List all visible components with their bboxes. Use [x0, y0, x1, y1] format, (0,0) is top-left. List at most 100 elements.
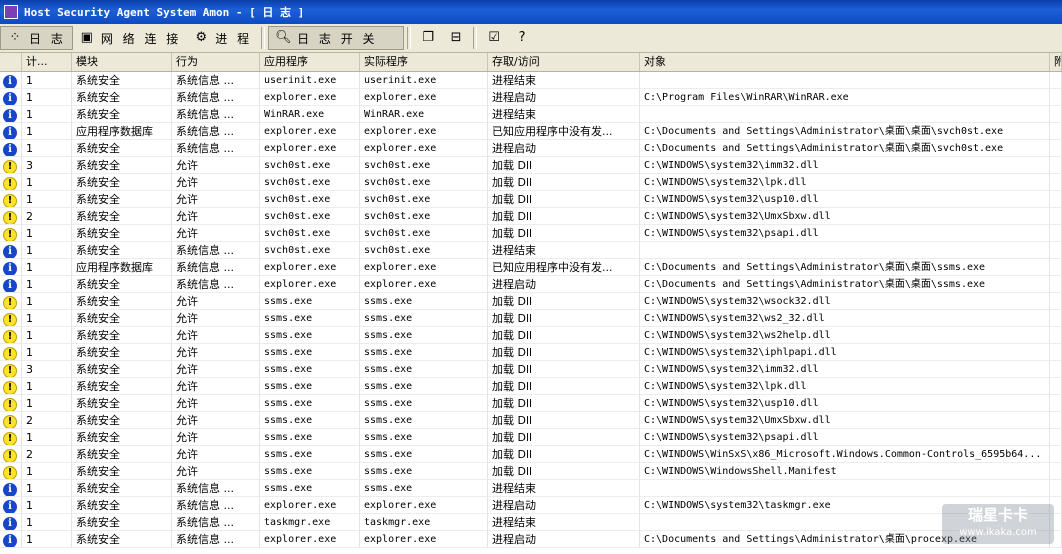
header-application[interactable]: 应用程序	[260, 53, 360, 71]
cell-action: 允许	[172, 174, 260, 191]
table-row[interactable]: i 1 系统安全 系统信息 ... ssms.exe ssms.exe 进程结束	[0, 480, 1062, 497]
row-icon-cell: i	[0, 140, 22, 157]
log-switch-button[interactable]: 🔍︎ 日 志 开 关	[268, 26, 405, 50]
header-extra[interactable]: 附	[1050, 53, 1062, 71]
header-module[interactable]: 模块	[72, 53, 172, 71]
cell-access: 进程结束	[488, 106, 640, 123]
table-row[interactable]: ! 2 系统安全 允许 svch0st.exe svch0st.exe 加载 Dll C:\W…	[0, 208, 1062, 225]
table-row[interactable]: ! 1 系统安全 允许 ssms.exe ssms.exe 加载 Dll C:\WINDOWS…	[0, 463, 1062, 480]
table-row[interactable]: i 1 系统安全 系统信息 ... taskmgr.exe taskmgr.exe 进程结束	[0, 514, 1062, 531]
cell-action: 系统信息 ...	[172, 89, 260, 106]
cell-access: 进程结束	[488, 480, 640, 497]
info-icon: i	[3, 262, 17, 275]
cell-access: 进程结束	[488, 72, 640, 89]
table-row[interactable]: i 1 系统安全 系统信息 ... explorer.exe explorer.exe 进程…	[0, 140, 1062, 157]
row-icon-cell: i	[0, 531, 22, 548]
cell-count: 3	[22, 157, 72, 174]
process-tab-button[interactable]: ⚙ 进 程	[187, 26, 258, 50]
table-row[interactable]: i 1 系统安全 系统信息 ... explorer.exe explorer.exe 进程…	[0, 497, 1062, 514]
cell-count: 1	[22, 242, 72, 259]
warning-icon: !	[3, 194, 17, 207]
cell-object: C:\WINDOWS\system32\ws2help.dll	[640, 327, 1050, 344]
table-row[interactable]: ! 1 系统安全 允许 ssms.exe ssms.exe 加载 Dll C:\WINDOWS…	[0, 344, 1062, 361]
cell-action: 允许	[172, 378, 260, 395]
header-count[interactable]: 计...	[22, 53, 72, 71]
cell-access: 加载 Dll	[488, 446, 640, 463]
cell-count: 1	[22, 276, 72, 293]
table-row[interactable]: ! 1 系统安全 允许 svch0st.exe svch0st.exe 加载 Dll C:\W…	[0, 191, 1062, 208]
table-row[interactable]: ! 1 系统安全 允许 ssms.exe ssms.exe 加载 Dll C:\WINDOWS…	[0, 378, 1062, 395]
row-icon-cell: i	[0, 106, 22, 123]
header-access[interactable]: 存取/访问	[488, 53, 640, 71]
cell-module: 系统安全	[72, 361, 172, 378]
header-real-program[interactable]: 实际程序	[360, 53, 488, 71]
log-tab-button[interactable]: ⁘ 日 志	[0, 26, 73, 50]
info-icon: i	[3, 245, 17, 258]
table-row[interactable]: ! 1 系统安全 允许 ssms.exe ssms.exe 加载 Dll C:\WINDOWS…	[0, 310, 1062, 327]
cell-real-program: ssms.exe	[360, 378, 488, 395]
table-row[interactable]: ! 1 系统安全 允许 svch0st.exe svch0st.exe 加载 Dll C:\W…	[0, 225, 1062, 242]
cell-object: C:\WINDOWS\system32\lpk.dll	[640, 378, 1050, 395]
cell-extra	[1050, 208, 1062, 225]
cell-action: 允许	[172, 225, 260, 242]
table-row[interactable]: ! 3 系统安全 允许 svch0st.exe svch0st.exe 加载 Dll C:\W…	[0, 157, 1062, 174]
cell-count: 1	[22, 310, 72, 327]
cell-count: 1	[22, 378, 72, 395]
network-tab-button[interactable]: ▣ 网 络 连 接	[73, 26, 187, 50]
cell-module: 系统安全	[72, 344, 172, 361]
cell-object: C:\WINDOWS\system32\wsock32.dll	[640, 293, 1050, 310]
row-icon-cell: !	[0, 174, 22, 191]
cell-application: svch0st.exe	[260, 157, 360, 174]
header-icon-col[interactable]	[0, 53, 22, 71]
table-row[interactable]: ! 3 系统安全 允许 ssms.exe ssms.exe 加载 Dll C:\WINDOWS…	[0, 361, 1062, 378]
cell-real-program: userinit.exe	[360, 72, 488, 89]
cell-module: 系统安全	[72, 531, 172, 548]
row-icon-cell: !	[0, 191, 22, 208]
tile-windows-button[interactable]: ⊟	[442, 26, 470, 50]
app-icon	[4, 5, 18, 19]
help-icon: ?	[518, 30, 526, 45]
row-icon-cell: !	[0, 429, 22, 446]
network-tab-label: 网 络 连 接	[100, 31, 182, 46]
cell-module: 应用程序数据库	[72, 123, 172, 140]
toolbar-separator	[407, 27, 412, 49]
table-row[interactable]: i 1 系统安全 系统信息 ... explorer.exe explorer.exe 进程…	[0, 276, 1062, 293]
cell-object: C:\WINDOWS\system32\psapi.dll	[640, 225, 1050, 242]
cell-object: C:\Documents and Settings\Administrator\…	[640, 259, 1050, 276]
table-row[interactable]: ! 1 系统安全 允许 ssms.exe ssms.exe 加载 Dll C:\WINDOWS…	[0, 429, 1062, 446]
cell-count: 1	[22, 191, 72, 208]
table-row[interactable]: i 1 系统安全 系统信息 ... explorer.exe explorer.exe 进程…	[0, 89, 1062, 106]
row-icon-cell: !	[0, 157, 22, 174]
table-row[interactable]: ! 1 系统安全 允许 ssms.exe ssms.exe 加载 Dll C:\WINDOWS…	[0, 395, 1062, 412]
cell-access: 加载 Dll	[488, 412, 640, 429]
cascade-windows-button[interactable]: ❐	[414, 26, 442, 50]
table-row[interactable]: i 1 系统安全 系统信息 ... svch0st.exe svch0st.exe 进程结束	[0, 242, 1062, 259]
cell-application: explorer.exe	[260, 497, 360, 514]
header-action[interactable]: 行为	[172, 53, 260, 71]
cell-access: 加载 Dll	[488, 293, 640, 310]
help-button[interactable]: ?	[508, 26, 536, 50]
row-icon-cell: !	[0, 378, 22, 395]
cell-application: userinit.exe	[260, 72, 360, 89]
cell-extra	[1050, 378, 1062, 395]
warning-icon: !	[3, 330, 17, 343]
table-row[interactable]: i 1 系统安全 系统信息 ... WinRAR.exe WinRAR.exe 进程结束	[0, 106, 1062, 123]
table-row[interactable]: i 1 应用程序数据库 系统信息 ... explorer.exe explorer.ex…	[0, 259, 1062, 276]
log-switch-label: 日 志 开 关	[297, 31, 378, 46]
cell-extra	[1050, 293, 1062, 310]
table-row[interactable]: i 1 系统安全 系统信息 ... explorer.exe explorer.exe 进程…	[0, 531, 1062, 548]
table-row[interactable]: i 1 应用程序数据库 系统信息 ... explorer.exe explorer.ex…	[0, 123, 1062, 140]
cell-object: C:\WINDOWS\system32\usp10.dll	[640, 191, 1050, 208]
cell-action: 允许	[172, 344, 260, 361]
properties-button[interactable]: ☑	[480, 26, 508, 50]
log-table: i 1 系统安全 系统信息 ... userinit.exe userinit.exe 进程…	[0, 72, 1062, 554]
cell-count: 1	[22, 106, 72, 123]
table-row[interactable]: ! 2 系统安全 允许 ssms.exe ssms.exe 加载 Dll C:\WINDOWS…	[0, 412, 1062, 429]
table-row[interactable]: ! 1 系统安全 允许 ssms.exe ssms.exe 加载 Dll C:\WINDOWS…	[0, 293, 1062, 310]
table-row[interactable]: i 1 系统安全 系统信息 ... userinit.exe userinit.exe 进程…	[0, 72, 1062, 89]
table-row[interactable]: ! 1 系统安全 允许 svch0st.exe svch0st.exe 加载 Dll C:\W…	[0, 174, 1062, 191]
table-row[interactable]: ! 1 系统安全 允许 ssms.exe ssms.exe 加载 Dll C:\WINDOWS…	[0, 327, 1062, 344]
info-icon: i	[3, 75, 17, 88]
table-row[interactable]: ! 2 系统安全 允许 ssms.exe ssms.exe 加载 Dll C:\WINDOWS…	[0, 446, 1062, 463]
header-object[interactable]: 对象	[640, 53, 1050, 71]
